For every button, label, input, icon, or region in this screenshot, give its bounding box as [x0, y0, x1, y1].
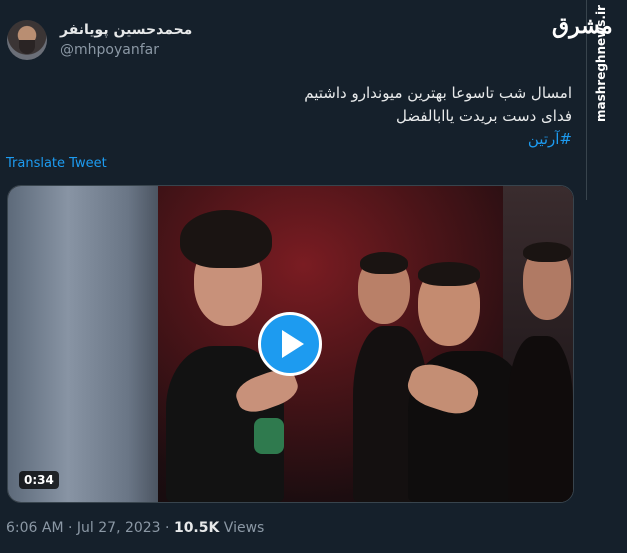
tweet-text: امسال شب تاسوعا بهترین میوندارو داشتیم ف… — [132, 82, 572, 151]
meta-separator: · — [165, 520, 170, 536]
person-hair — [523, 242, 571, 262]
views-count: 10.5K — [173, 520, 220, 536]
tweet-line-2: فدای دست بریدت یاابالفضل — [395, 107, 572, 125]
person-hair — [360, 252, 408, 274]
video-curtain — [8, 186, 158, 502]
person-shape — [508, 336, 573, 502]
avatar[interactable] — [7, 20, 47, 60]
watermark-site: mashreghnews.ir — [594, 5, 608, 123]
tweet-line-1: امسال شب تاسوعا بهترین میوندارو داشتیم — [304, 84, 572, 102]
translate-tweet-link[interactable]: Translate Tweet — [6, 156, 107, 171]
person-hair — [418, 262, 480, 286]
watermark-logo: مشرق — [552, 13, 613, 39]
meta-separator: · — [68, 520, 73, 536]
play-icon — [282, 330, 304, 358]
boy-hair — [180, 210, 272, 268]
video-player[interactable]: 0:34 — [7, 185, 574, 503]
video-duration: 0:34 — [19, 471, 59, 489]
views-label: Views — [223, 520, 265, 536]
author-handle[interactable]: @mhpoyanfar — [60, 42, 159, 58]
play-button[interactable] — [258, 312, 322, 376]
hashtag-link[interactable]: #آرتین — [132, 128, 572, 151]
shirt-print — [254, 418, 284, 454]
tweet-date[interactable]: Jul 27, 2023 — [77, 520, 161, 536]
author-name[interactable]: محمدحسین پویانفر — [60, 22, 192, 38]
tweet-meta: 6:06 AM · Jul 27, 2023 · 10.5K Views — [6, 520, 264, 536]
tweet-time[interactable]: 6:06 AM — [6, 520, 64, 536]
